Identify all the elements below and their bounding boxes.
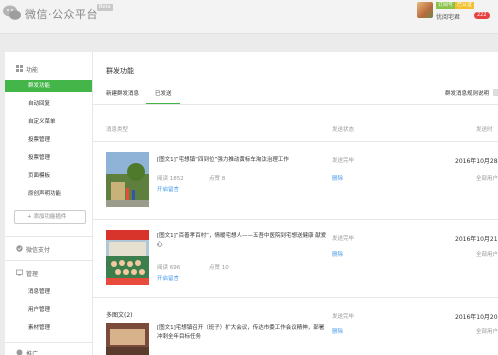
account-name[interactable]: 优阅宅君 bbox=[436, 12, 460, 21]
sidebar-item-mass-send[interactable]: 群发功能 bbox=[5, 80, 92, 92]
send-audience: 全部用户 bbox=[476, 329, 498, 335]
send-status[interactable]: 发送完毕 bbox=[332, 156, 354, 164]
delete-link[interactable]: 删除 bbox=[332, 250, 343, 258]
send-audience: 全部用户 bbox=[476, 252, 498, 258]
promotion-icon bbox=[16, 349, 23, 355]
send-date: 2016年10月21日 bbox=[455, 236, 498, 243]
column-header-type: 消息类型 bbox=[106, 127, 129, 133]
column-header-time: 发送时 bbox=[476, 127, 493, 133]
pay-icon bbox=[16, 245, 23, 252]
subscription-tag: 订阅号 bbox=[436, 2, 456, 9]
sidebar-divider bbox=[5, 236, 92, 237]
sidebar-item-custom-menu[interactable]: 自定义菜单 bbox=[5, 116, 92, 128]
sidebar-item-page-template[interactable]: 页面模板 bbox=[5, 170, 92, 182]
article-title[interactable]: [图文1]”百善孝百村”，情暖宅想人——五吾中医院到宅想送健康 献爱心 bbox=[157, 232, 327, 250]
tab-new-mass-message[interactable]: 新建群发消息 bbox=[106, 89, 139, 97]
send-status[interactable]: 发送完毕 bbox=[332, 312, 354, 320]
send-status[interactable]: 发送完毕 bbox=[332, 234, 354, 242]
article-title[interactable]: [图文1]宅想镇召开（班子）扩大会议，传达市委工作会议精神，部署冲刺全年目标任务 bbox=[157, 324, 327, 342]
delete-link[interactable]: 删除 bbox=[332, 174, 343, 182]
article-thumbnail[interactable] bbox=[106, 230, 149, 285]
column-header-status: 发送状态 bbox=[332, 127, 355, 133]
function-icon bbox=[16, 65, 23, 72]
tabs-divider bbox=[93, 104, 498, 105]
verified-tag: 已认证 bbox=[455, 2, 475, 9]
multi-article-label: 多图文(2) bbox=[106, 312, 133, 319]
like-count: 点赞 10 bbox=[209, 265, 229, 271]
delete-link[interactable]: 删除 bbox=[332, 327, 343, 335]
beta-badge: Beta bbox=[97, 4, 113, 11]
main-panel: 群发功能 新建群发消息 已发送 群发消息规则说明 消息类型 发送状态 发送时 [… bbox=[92, 52, 498, 355]
top-bar: 微信·公众平台 Beta 订阅号 已认证 优阅宅君 222 bbox=[0, 0, 498, 34]
article-thumbnail[interactable] bbox=[106, 323, 149, 355]
enable-comment-link[interactable]: 开启留言 bbox=[157, 274, 179, 282]
account-avatar[interactable] bbox=[417, 2, 433, 18]
manage-icon bbox=[16, 269, 23, 276]
page-title: 群发功能 bbox=[106, 67, 134, 75]
sidebar-item-messages[interactable]: 消息管理 bbox=[5, 286, 92, 298]
article-thumbnail[interactable] bbox=[106, 152, 149, 207]
sidebar-item-users[interactable]: 用户管理 bbox=[5, 304, 92, 316]
rules-link[interactable]: 群发消息规则说明 bbox=[445, 89, 489, 97]
sidebar-section-manage: 管理 bbox=[26, 271, 39, 278]
sidebar-item-auto-reply[interactable]: 自动回复 bbox=[5, 98, 92, 110]
row-divider bbox=[93, 297, 498, 298]
question-icon[interactable] bbox=[493, 89, 498, 96]
platform-title[interactable]: 微信·公众平台 bbox=[25, 6, 98, 22]
send-date: 2016年10月20日 bbox=[455, 314, 498, 321]
sidebar-item-original-declaration[interactable]: 原创声明功能 bbox=[5, 188, 92, 200]
send-date: 2016年10月28日 bbox=[455, 158, 498, 165]
enable-comment-link[interactable]: 开启留言 bbox=[157, 185, 179, 193]
sidebar-item-materials[interactable]: 素材管理 bbox=[5, 322, 92, 334]
send-audience: 全部用户 bbox=[476, 176, 498, 182]
add-plugin-button[interactable]: + 添加功能插件 bbox=[14, 210, 86, 224]
sidebar-section-pay[interactable]: 微信支付 bbox=[26, 245, 50, 254]
wechat-logo-icon bbox=[3, 5, 21, 20]
row-divider bbox=[93, 219, 498, 220]
like-count: 点赞 8 bbox=[209, 176, 226, 182]
read-count: 阅读 1852 bbox=[157, 176, 184, 182]
sidebar-divider bbox=[5, 342, 92, 343]
sidebar-section-more[interactable]: 推广 bbox=[26, 349, 38, 355]
sidebar: 功能 群发功能 自动回复 自定义菜单 投票管理 投票管理 页面模板 原创声明功能… bbox=[5, 52, 92, 355]
notification-badge[interactable]: 222 bbox=[474, 12, 490, 19]
sidebar-section-function: 功能 bbox=[26, 67, 39, 74]
table-header-divider bbox=[93, 141, 498, 142]
read-count: 阅读 696 bbox=[157, 265, 181, 271]
sidebar-item-vote-2[interactable]: 投票管理 bbox=[5, 152, 92, 164]
sidebar-divider bbox=[5, 260, 92, 261]
article-title[interactable]: [图文1]”宅想镇“四到位”强力推动黄标车淘汰治理工作 bbox=[157, 156, 327, 165]
tab-sent[interactable]: 已发送 bbox=[155, 89, 172, 97]
sidebar-item-vote-1[interactable]: 投票管理 bbox=[5, 134, 92, 146]
